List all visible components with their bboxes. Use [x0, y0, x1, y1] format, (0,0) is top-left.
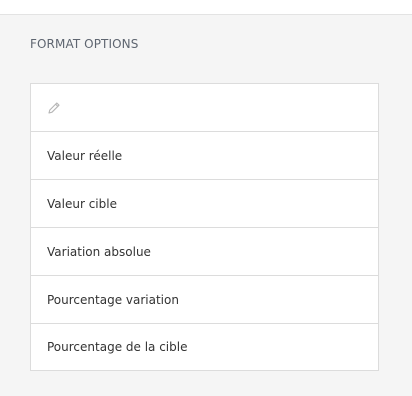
- top-strip: [0, 0, 412, 15]
- option-valeur-reelle[interactable]: Valeur réelle: [31, 132, 378, 180]
- section-title: FORMAT OPTIONS: [30, 37, 139, 51]
- edit-option-row[interactable]: [31, 84, 378, 132]
- option-pourcentage-de-la-cible[interactable]: Pourcentage de la cible: [31, 324, 378, 370]
- option-pourcentage-variation[interactable]: Pourcentage variation: [31, 276, 378, 324]
- pencil-icon[interactable]: [47, 101, 61, 115]
- option-variation-absolue[interactable]: Variation absolue: [31, 228, 378, 276]
- option-valeur-cible[interactable]: Valeur cible: [31, 180, 378, 228]
- format-options-list: Valeur réelle Valeur cible Variation abs…: [30, 83, 379, 371]
